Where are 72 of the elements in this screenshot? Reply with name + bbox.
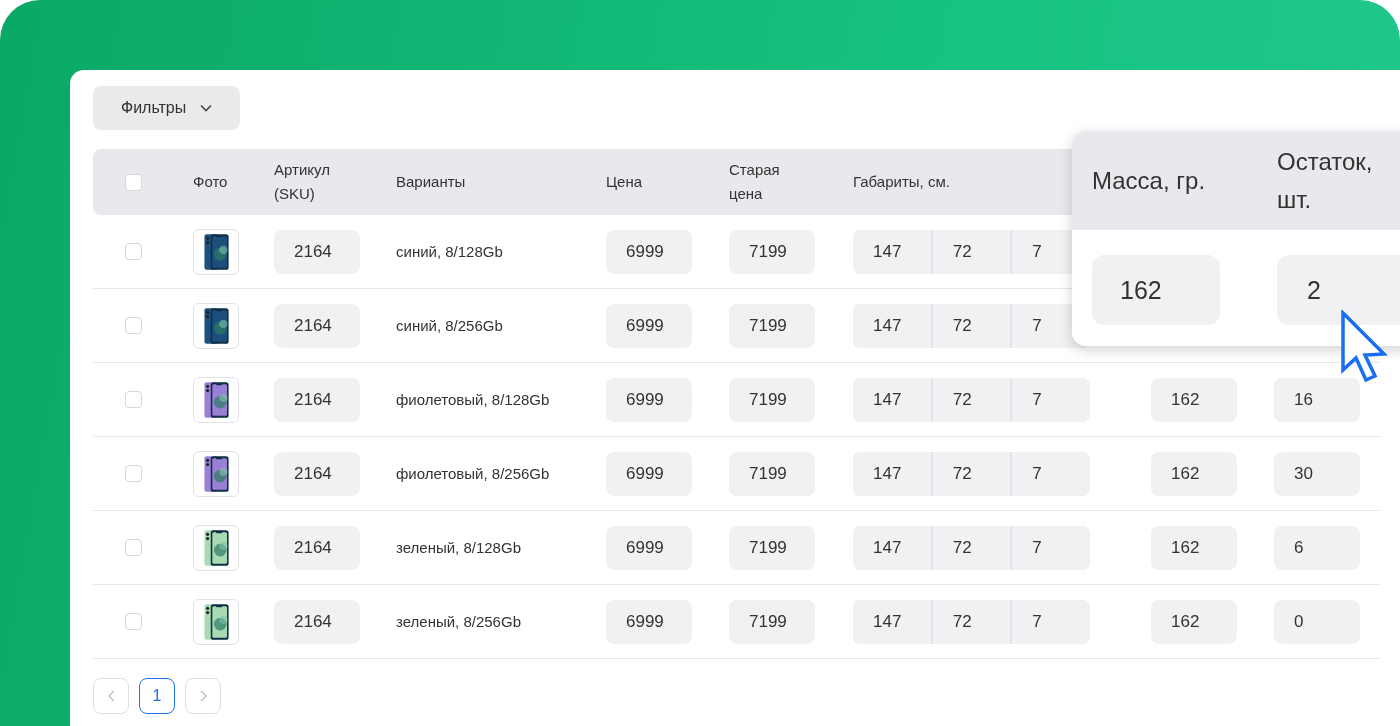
dimension-field[interactable]: 72	[932, 377, 1011, 422]
dimension-field[interactable]: 147	[853, 599, 931, 644]
chevron-right-icon	[199, 690, 207, 702]
sku-field[interactable]: 2164	[274, 525, 360, 570]
column-header: Варианты	[396, 172, 466, 192]
dimension-field[interactable]: 7	[1012, 599, 1090, 644]
page-button[interactable]: 1	[139, 678, 175, 714]
price-field[interactable]: 6999	[606, 377, 692, 422]
stock-field[interactable]: 0	[1274, 599, 1360, 644]
sku-field[interactable]: 2164	[274, 303, 360, 348]
variant-text: синий, 8/256Gb	[396, 317, 503, 334]
chevron-down-icon	[200, 104, 213, 112]
variant-text: фиолетовый, 8/128Gb	[396, 391, 550, 408]
checkbox[interactable]	[125, 317, 142, 334]
sku-field[interactable]: 2164	[274, 229, 360, 274]
variant-text: синий, 8/128Gb	[396, 243, 503, 260]
dimension-field[interactable]: 147	[853, 525, 931, 570]
sku-field[interactable]: 2164	[274, 599, 360, 644]
price-field[interactable]: 6999	[606, 303, 692, 348]
column-header: Артикул (SKU)	[274, 160, 331, 204]
checkbox[interactable]	[125, 465, 142, 482]
dimension-field[interactable]: 72	[932, 525, 1011, 570]
old-price-field[interactable]: 7199	[729, 525, 815, 570]
checkbox[interactable]	[125, 539, 142, 556]
dimension-field[interactable]: 147	[853, 377, 931, 422]
checkbox[interactable]	[125, 173, 142, 191]
column-header: Цена	[606, 172, 643, 192]
old-price-field[interactable]: 7199	[729, 229, 815, 274]
price-field[interactable]: 6999	[606, 451, 692, 496]
variant-text: зеленый, 8/256Gb	[396, 613, 521, 630]
old-price-field[interactable]: 7199	[729, 377, 815, 422]
dimension-field[interactable]: 72	[932, 451, 1011, 496]
chevron-left-icon	[107, 690, 115, 702]
dimension-field[interactable]: 72	[932, 229, 1011, 274]
mass-field[interactable]: 162	[1092, 255, 1220, 325]
mass-field[interactable]: 162	[1151, 599, 1237, 644]
column-header: Масса, гр.	[1091, 165, 1207, 196]
dimension-field[interactable]: 147	[853, 229, 931, 274]
old-price-field[interactable]: 7199	[729, 451, 815, 496]
stock-field[interactable]: 30	[1274, 451, 1360, 496]
variant-text: фиолетовый, 8/256Gb	[396, 465, 550, 482]
mass-field[interactable]: 162	[1151, 525, 1237, 570]
column-header: Фото	[193, 172, 228, 192]
checkbox[interactable]	[125, 613, 142, 630]
dimension-field[interactable]: 7	[1012, 377, 1090, 422]
variant-text: зеленый, 8/128Gb	[396, 539, 521, 556]
dimension-field[interactable]: 72	[932, 303, 1011, 348]
sku-field[interactable]: 2164	[274, 451, 360, 496]
sku-field[interactable]: 2164	[274, 377, 360, 422]
previous-page-button[interactable]	[93, 678, 129, 714]
column-header: Старая цена	[729, 160, 781, 204]
mass-field[interactable]: 162	[1151, 451, 1237, 496]
filters-button[interactable]: Фильтры	[93, 86, 241, 130]
stock-field[interactable]: 6	[1274, 525, 1360, 570]
price-field[interactable]: 6999	[606, 599, 692, 644]
stock-field[interactable]: 16	[1274, 377, 1360, 422]
next-page-button[interactable]	[185, 678, 221, 714]
dimension-field[interactable]: 147	[853, 451, 931, 496]
checkbox[interactable]	[125, 243, 142, 260]
dimension-field[interactable]: 7	[1012, 525, 1090, 570]
price-field[interactable]: 6999	[606, 229, 692, 274]
dimension-field[interactable]: 147	[853, 303, 931, 348]
checkbox[interactable]	[125, 391, 142, 408]
old-price-field[interactable]: 7199	[729, 303, 815, 348]
dimension-field[interactable]: 7	[1012, 451, 1090, 496]
price-field[interactable]: 6999	[606, 525, 692, 570]
mass-field[interactable]: 162	[1151, 377, 1237, 422]
column-header: Остаток, шт.	[1276, 146, 1374, 215]
column-header: Габариты, см.	[853, 172, 950, 192]
dimension-field[interactable]: 72	[932, 599, 1011, 644]
old-price-field[interactable]: 7199	[729, 599, 815, 644]
stock-field[interactable]: 2	[1277, 255, 1400, 325]
